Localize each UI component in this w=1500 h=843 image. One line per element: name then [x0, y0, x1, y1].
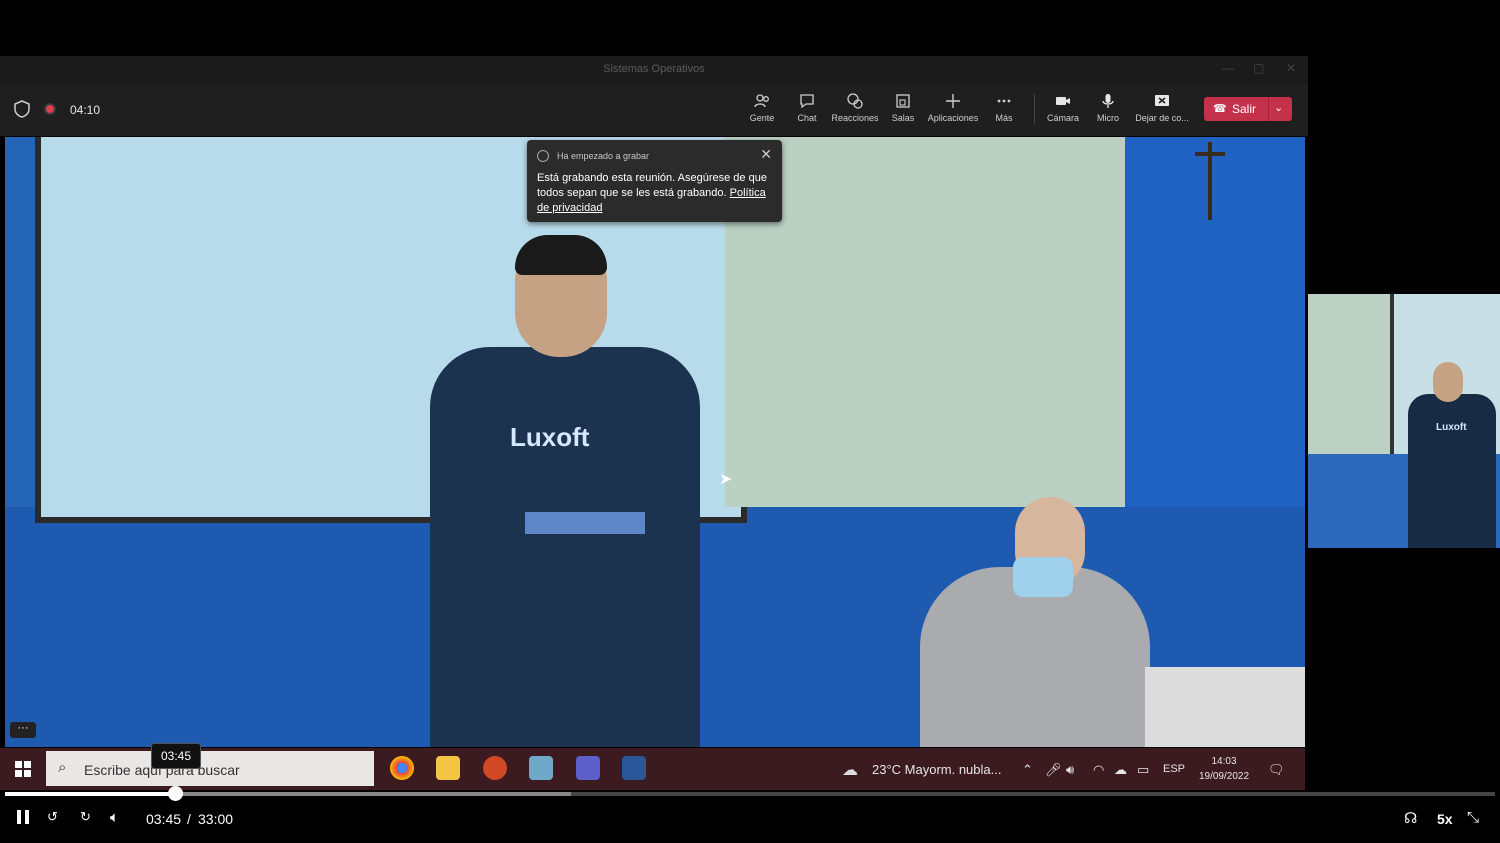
notification-message: Está grabando esta reunión. Asegúrese de…	[537, 171, 775, 216]
taskbar-search-box[interactable]: ⌕ Escribe aquí para buscar	[46, 751, 374, 786]
chrome-icon[interactable]	[390, 756, 414, 780]
windows-start-icon[interactable]	[15, 761, 31, 782]
meeting-timer: 04:10	[70, 103, 101, 117]
microphone-tray-icon: 🎤︎	[1045, 762, 1062, 777]
duration: 33:00	[198, 811, 234, 827]
crucifix-bar	[1195, 152, 1225, 156]
powerpoint-icon[interactable]	[483, 756, 507, 780]
stop-share-icon	[1134, 92, 1190, 110]
people-label: Gente	[749, 113, 775, 123]
playback-speed[interactable]: 5x	[1437, 811, 1453, 827]
thumb-presenter	[1408, 394, 1496, 548]
meeting-toolbar: 04:10 Gente Chat Reacciones Salas Aplica…	[0, 84, 1308, 136]
more-label: Más	[995, 113, 1013, 123]
apps-label: Aplicaciones	[927, 113, 979, 123]
app-icon[interactable]	[529, 756, 553, 780]
leave-label: Salir	[1232, 102, 1257, 116]
shield-icon	[14, 100, 30, 123]
thumb-presenter-head	[1433, 362, 1463, 402]
recording-status-icon	[537, 150, 549, 162]
cursor-icon: ➤	[719, 471, 733, 488]
mic-label: Micro	[1097, 113, 1119, 123]
weather-icon: ☁	[842, 762, 858, 779]
pause-icon[interactable]	[15, 809, 31, 829]
video-presenter	[430, 347, 700, 747]
progress-played	[5, 792, 175, 796]
notifications-icon[interactable]: 🗨︎	[1268, 762, 1285, 778]
onedrive-icon[interactable]: ☁	[1114, 762, 1127, 778]
main-video: Luxoft ··· ➤	[5, 137, 1305, 747]
hangup-icon: ☎	[1213, 103, 1227, 115]
teams-icon[interactable]	[576, 756, 600, 780]
thumb-shirt-logo: Luxoft	[1436, 422, 1467, 433]
camera-label: Cámara	[1046, 113, 1079, 123]
close-icon[interactable]: ✕	[760, 146, 772, 163]
taskbar-clock[interactable]: 14:03 19/09/2022	[1192, 754, 1256, 784]
captions-icon[interactable]: ☊	[1404, 809, 1417, 827]
self-view-video[interactable]: Luxoft	[1308, 294, 1500, 548]
minimize-icon[interactable]: —	[1222, 61, 1234, 75]
recording-icon	[44, 103, 56, 115]
microphone-icon	[1080, 92, 1136, 110]
video-options-icon[interactable]: ···	[10, 722, 36, 738]
forward-10-icon[interactable]: ↻	[80, 809, 91, 825]
rewind-10-icon[interactable]: ↺	[47, 809, 58, 825]
language-indicator[interactable]: ESP	[1163, 763, 1185, 775]
video-student-mask	[1013, 557, 1073, 597]
battery-icon[interactable]: ▭	[1137, 762, 1149, 778]
word-icon[interactable]	[622, 756, 646, 780]
stop-sharing-button[interactable]: Dejar de co...	[1134, 92, 1190, 123]
current-time: 03:45	[146, 811, 182, 827]
scrub-tooltip: 03:45	[151, 743, 201, 769]
leave-button[interactable]: ☎ Salir ⌄	[1204, 97, 1292, 121]
apps-button[interactable]: Aplicaciones	[925, 92, 981, 123]
maximize-icon[interactable]: ▢	[1253, 61, 1264, 75]
clock-time: 14:03	[1211, 756, 1237, 767]
scrub-handle[interactable]	[168, 786, 183, 801]
search-icon: ⌕	[58, 759, 67, 776]
rooms-icon	[875, 92, 931, 110]
recording-notification: Ha empezado a grabar ✕ Está grabando est…	[527, 140, 782, 222]
chat-label: Chat	[797, 113, 817, 123]
close-window-icon[interactable]: ✕	[1286, 61, 1296, 75]
mic-button[interactable]: Micro	[1080, 92, 1136, 123]
chevron-up-icon[interactable]: ⌃	[1022, 762, 1033, 778]
time-separator: /	[187, 811, 191, 827]
plus-icon	[925, 92, 981, 110]
shirt-logo: Luxoft	[510, 422, 590, 452]
more-icon	[976, 92, 1032, 110]
notification-header: Ha empezado a grabar	[557, 151, 650, 161]
video-window	[725, 137, 1125, 507]
exit-fullscreen-icon[interactable]: ⤡	[1467, 809, 1479, 826]
rooms-button[interactable]: Salas	[875, 92, 931, 123]
video-presenter-hair	[515, 235, 607, 275]
window-titlebar: Sistemas Operativos — ▢ ✕	[0, 56, 1308, 84]
clock-date: 19/09/2022	[1198, 771, 1250, 782]
volume-icon[interactable]: 🔈︎	[110, 809, 119, 826]
weather-text[interactable]: 23°C Mayorm. nubla...	[872, 762, 1001, 777]
leave-divider	[1268, 97, 1269, 121]
volume-tray-icon[interactable]: 🔊︎	[1066, 762, 1074, 778]
network-icon[interactable]: ◠	[1093, 762, 1104, 778]
file-explorer-icon[interactable]	[436, 756, 460, 780]
chevron-down-icon[interactable]: ⌄	[1274, 101, 1283, 114]
video-presenter-belt	[525, 512, 645, 534]
stop-sharing-label: Dejar de co...	[1135, 113, 1189, 123]
video-desk	[1145, 667, 1305, 747]
window-title: Sistemas Operativos	[603, 63, 705, 75]
rooms-label: Salas	[891, 113, 915, 123]
more-button[interactable]: Más	[976, 92, 1032, 123]
reactions-label: Reacciones	[831, 113, 879, 123]
